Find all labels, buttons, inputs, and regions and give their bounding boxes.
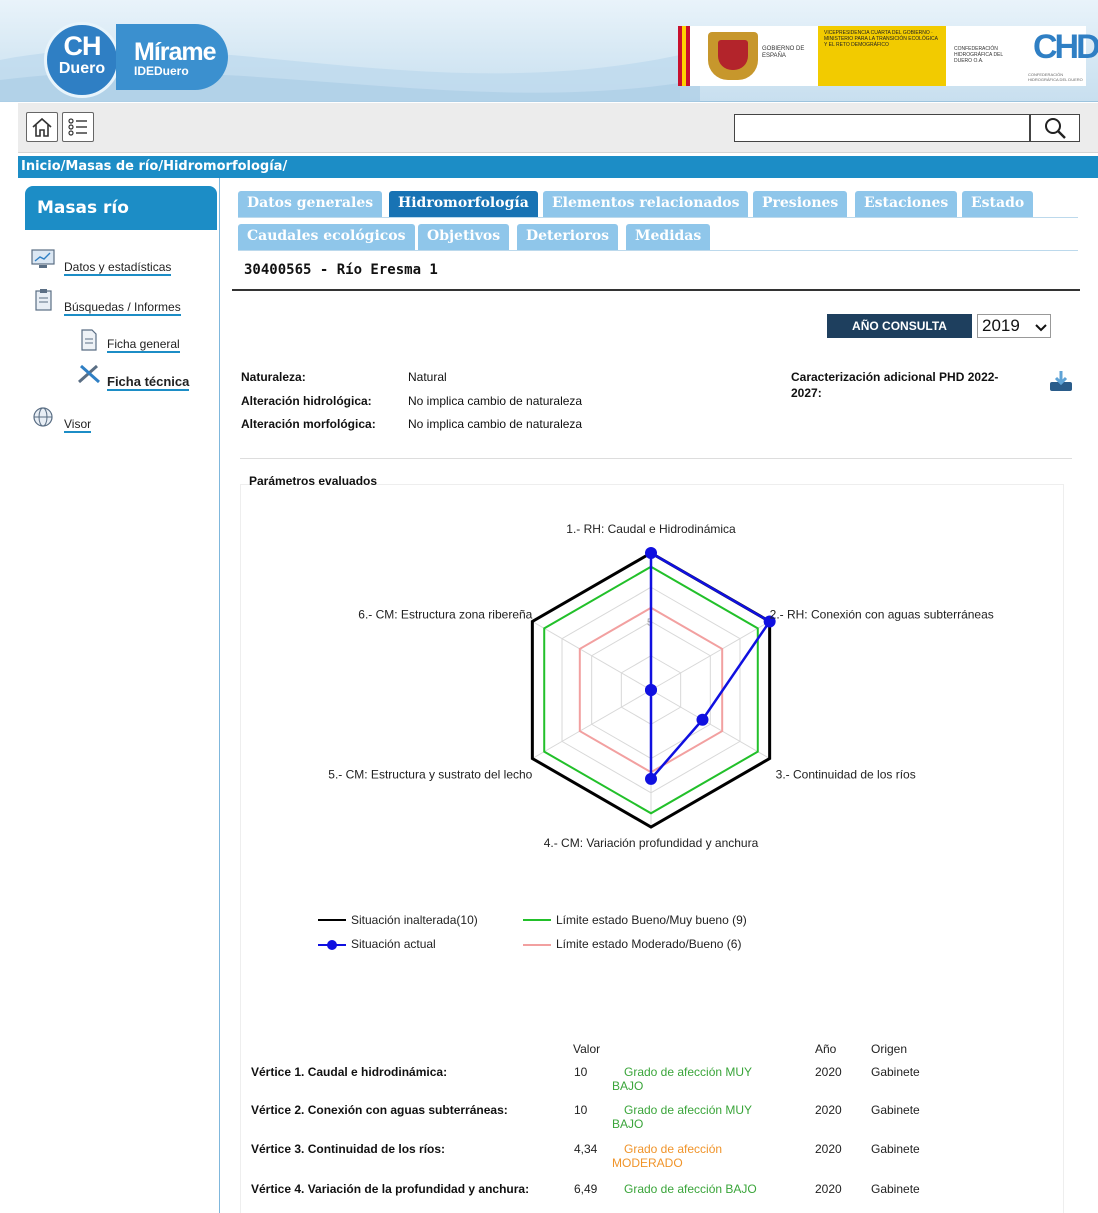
chevron-down-icon [1035,324,1047,332]
sidebar: Masas río Datos y estadísticas Búsquedas… [18,178,220,1213]
alteracion-hidrologica-label: Alteración hidrológica: [241,394,372,408]
sidebar-item-datos-estadisticas[interactable]: Datos y estadísticas [64,260,172,276]
table-row-label: Vértice 4. Variación de la profundidad y… [251,1182,530,1196]
naturaleza-value: Natural [408,370,447,384]
table-header-anio: Año [815,1042,837,1056]
table-row-valor: 10 [574,1103,588,1117]
tab-presiones[interactable]: Presiones [753,191,848,217]
monitor-chart-icon [31,249,55,268]
legend-label-moderado: Límite estado Moderado/Bueno (6) [556,937,742,951]
legend-label-inalterada: Situación inalterada(10) [351,913,478,927]
gov-text: GOBIERNO DE ESPAÑA [762,46,805,59]
header-banner: CH Duero Mírame IDEDuero GOBIERNO DE ESP… [0,0,1098,102]
sidebar-item-busquedas-informes[interactable]: Búsquedas / Informes [64,300,181,316]
tab-row-divider [238,250,1078,251]
tab-objetivos[interactable]: Objetivos [418,224,510,250]
tab-estado[interactable]: Estado [962,191,1034,217]
home-button[interactable] [26,112,58,142]
title-divider [232,289,1080,291]
table-row-label: Vértice 2. Conexión con aguas subterráne… [251,1103,508,1117]
chd-sub-text: CONFEDERACIÓN HIDROGRÁFICA DEL DUERO [1028,72,1083,82]
table-header-valor: Valor [573,1042,601,1056]
year-label: AÑO CONSULTA [827,314,972,338]
tab-datos-generales[interactable]: Datos generales [238,191,383,217]
parameters-title: Parámetros evaluados [249,474,378,488]
section-divider [240,458,1072,459]
legend-swatch-moderado [523,944,551,946]
table-row-anio: 2020 [815,1103,842,1117]
list-icon [68,118,87,136]
home-icon [32,117,52,137]
tab-estaciones[interactable]: Estaciones [855,191,958,217]
tab-row-divider [238,217,1078,218]
table-row-label: Vértice 1. Caudal e hidrodinámica: [251,1065,448,1079]
ministry-text: VICEPRESIDENCIA CUARTA DEL GOBIERNO · MI… [818,26,946,86]
table-row-grado: Grado de afección MUY BAJO [612,1065,752,1093]
mirame-logo[interactable]: Mírame IDEDuero [116,24,228,90]
toolbar [18,103,1098,153]
caracterizacion-label-line1: Caracterización adicional PHD 2022- [791,370,999,384]
table-row-grado: Grado de afección MUY BAJO [612,1103,752,1131]
ch-duero-logo[interactable]: CH Duero [44,22,120,98]
sidebar-item-visor[interactable]: Visor [64,417,92,433]
legend-swatch-actual [318,940,346,950]
caracterizacion-label-line2: 2027: [791,386,822,400]
search-input[interactable] [734,114,1030,142]
table-row-valor: 10 [574,1065,588,1079]
clipboard-icon [35,289,52,311]
sidebar-item-ficha-tecnica[interactable]: Ficha técnica [107,374,190,391]
logo-ch-text: CH [63,31,102,61]
page-title: 30400565 - Río Eresma 1 [244,262,438,278]
table-row-origen: Gabinete [871,1182,920,1196]
legend-label-actual: Situación actual [351,937,436,951]
table-row-origen: Gabinete [871,1142,920,1156]
alteracion-morfologica-value: No implica cambio de naturaleza [408,417,583,431]
table-row-origen: Gabinete [871,1103,920,1117]
table-row-valor: 4,34 [574,1142,598,1156]
alteracion-hidrologica-value: No implica cambio de naturaleza [408,394,583,408]
tab-hidromorfologia[interactable]: Hidromorfología [389,191,538,217]
table-row-origen: Gabinete [871,1065,920,1079]
sidebar-item-ficha-general[interactable]: Ficha general [107,337,180,353]
year-select[interactable]: 2019 [977,314,1051,338]
logo-duero-text: Duero [58,60,106,77]
year-select-value: 2019 [982,316,1020,335]
table-row-grado: Grado de afección MODERADO [612,1142,723,1170]
tab-elementos-relacionados[interactable]: Elementos relacionados [543,191,749,217]
chd-text: CONFEDERACIÓN HIDROGRÁFICA DEL DUERO O.A… [954,46,1003,64]
tools-icon [78,364,100,384]
table-row-anio: 2020 [815,1065,842,1079]
table-row-grado: Grado de afección BAJO [624,1182,757,1196]
table-row-anio: 2020 [815,1142,842,1156]
download-icon[interactable] [1047,369,1075,393]
tab-caudales-ecologicos[interactable]: Caudales ecológicos [238,224,415,250]
naturaleza-label: Naturaleza: [241,370,306,384]
globe-icon [33,407,53,427]
document-icon [81,329,97,351]
legend-swatch-inalterada [318,919,346,921]
spain-coat-of-arms-icon [708,32,758,80]
legend-swatch-bueno [523,919,551,921]
table-row-label: Vértice 3. Continuidad de los ríos: [251,1142,446,1156]
chd-logo: CHD [1033,28,1098,66]
spain-flag-strip [678,26,690,86]
list-button[interactable] [62,112,94,142]
breadcrumb[interactable]: Inicio/Masas de río/Hidromorfología/ [18,156,1098,178]
logo-mirame-text: Mírame [134,38,217,66]
alteracion-morfologica-label: Alteración morfológica: [241,417,376,431]
search-icon [1045,118,1066,139]
legend-label-bueno: Límite estado Bueno/Muy bueno (9) [556,913,747,927]
sidebar-title: Masas río [25,186,217,230]
table-row-valor: 6,49 [574,1182,598,1196]
table-header-origen: Origen [871,1042,908,1056]
tab-deterioros[interactable]: Deterioros [517,224,619,250]
table-row-anio: 2020 [815,1182,842,1196]
government-logos: GOBIERNO DE ESPAÑA VICEPRESIDENCIA CUART… [678,26,1098,86]
search-button[interactable] [1030,114,1080,142]
tab-medidas[interactable]: Medidas [626,224,711,250]
